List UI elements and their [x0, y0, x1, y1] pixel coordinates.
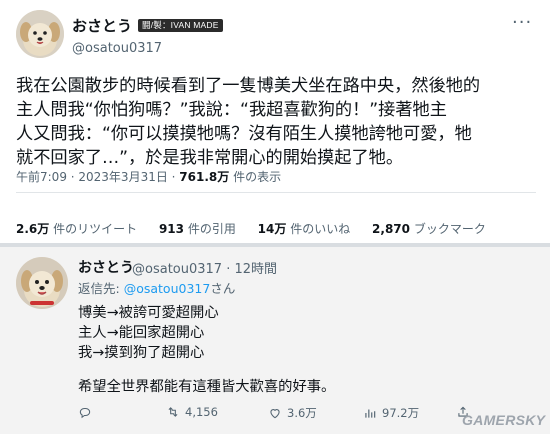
view-count-label: 件の表示: [233, 170, 282, 184]
reply-author-handle[interactable]: @osatou0317 · 12時間: [132, 258, 277, 277]
replying-to: 返信先: @osatou0317さん: [78, 281, 236, 296]
reply-text: 博美→被誇可愛超開心 主人→能回家超開心 我→摸到狗了超開心: [78, 303, 219, 363]
like-button[interactable]: 3.6万: [268, 405, 317, 421]
dog-avatar[interactable]: [16, 10, 64, 58]
like-stat[interactable]: 14万 件のいいね: [258, 220, 351, 237]
retweet-icon: [168, 407, 178, 417]
retweet-count: 4,156: [185, 405, 218, 419]
reply-icon: [79, 407, 91, 419]
tweet-timestamp[interactable]: 午前7:09 · 2023年3月31日 ·: [16, 170, 175, 184]
views-count: 97.2万: [382, 406, 420, 420]
quote-stat[interactable]: 913 件の引用: [159, 220, 236, 237]
views-icon: [365, 409, 376, 418]
tweet-text: 我在公園散步的時候看到了一隻博美犬坐在路中央，然後牠的 主人問我“你怕狗嗎？”我…: [16, 74, 536, 170]
more-icon[interactable]: ···: [512, 12, 532, 33]
reply-wish: 希望全世界都能有這種皆大歡喜的好事。: [78, 379, 336, 395]
bookmark-stat[interactable]: 2,870 ブックマーク: [372, 220, 486, 237]
reply-line: 主人→能回家超開心: [78, 325, 205, 341]
retweet-button[interactable]: 4,156: [166, 405, 218, 419]
author-handle[interactable]: @osatou0317: [72, 41, 162, 56]
tweet-stats: 2.6万 件のリツイート 913 件の引用 14万 件のいいね 2,870 ブッ…: [16, 220, 504, 237]
reply-line: 博美→被誇可愛超開心: [78, 305, 219, 321]
reply-author-name[interactable]: おさとう: [78, 257, 134, 277]
like-icon: [270, 409, 280, 419]
reply-card[interactable]: おさとう @osatou0317 · 12時間 返信先: @osatou0317…: [0, 247, 550, 434]
tweet-line: 我在公園散步的時候看到了一隻博美犬坐在路中央，然後牠的: [16, 76, 481, 96]
tweet-meta: 午前7:09 · 2023年3月31日 · 761.8万 件の表示: [16, 168, 281, 185]
account-badge: 闘/製：IVAN MADE: [138, 19, 223, 32]
view-count: 761.8万: [179, 170, 230, 184]
replying-to-link[interactable]: @osatou0317: [124, 281, 211, 296]
divider: [16, 192, 536, 193]
tweet-line: 主人問我“你怕狗嗎？”我說：“我超喜歡狗的！”接著牠主: [16, 100, 447, 120]
tweet-line: 就不回家了…”，於是我非常開心的開始摸起了牠。: [16, 148, 404, 168]
like-count: 3.6万: [287, 406, 317, 420]
views-button[interactable]: 97.2万: [363, 405, 419, 421]
dog-avatar[interactable]: [16, 257, 68, 309]
tweet-detail-card: おさとう 闘/製：IVAN MADE @osatou0317 ··· 我在公園散…: [0, 0, 550, 243]
reply-line: 我→摸到狗了超開心: [78, 345, 205, 361]
retweet-stat[interactable]: 2.6万 件のリツイート: [16, 220, 137, 237]
reply-button[interactable]: [78, 405, 92, 419]
tweet-line: 人又問我：“你可以摸摸牠嗎？沒有陌生人摸牠誇牠可愛，牠: [16, 124, 472, 144]
author-name[interactable]: おさとう: [72, 15, 132, 36]
watermark: GAMERSKY: [462, 412, 546, 428]
